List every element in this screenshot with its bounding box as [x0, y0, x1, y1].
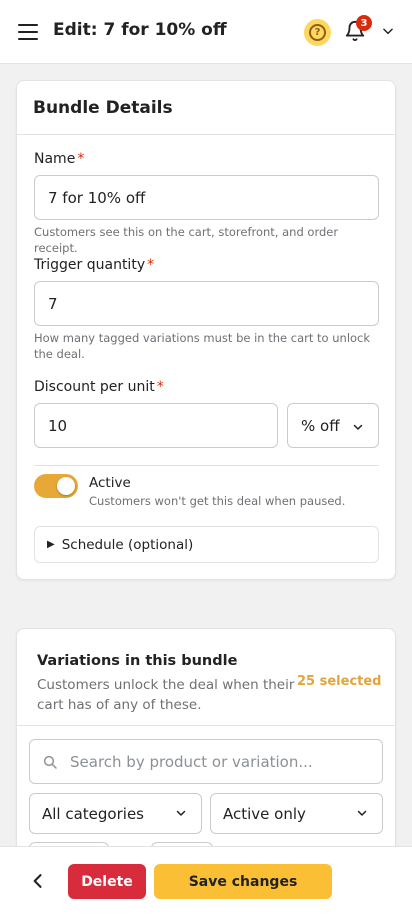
chevron-left-icon[interactable]	[28, 871, 48, 891]
chevron-down-icon[interactable]	[381, 24, 395, 38]
status-filter-value: Active only	[223, 804, 306, 823]
discount-label-text: Discount per unit	[34, 379, 155, 395]
selected-count: 25 selected	[297, 674, 382, 689]
name-label: Name *	[34, 151, 84, 167]
delete-button[interactable]: Delete	[68, 864, 146, 899]
save-changes-button[interactable]: Save changes	[154, 864, 332, 899]
variation-search-input[interactable]: Search by product or variation...	[29, 739, 383, 784]
name-label-text: Name	[34, 151, 76, 167]
trigger-quantity-help: How many tagged variations must be in th…	[34, 331, 371, 361]
top-bar: Edit: 7 for 10% off ? 3	[0, 0, 412, 64]
toggle-knob	[57, 477, 75, 495]
active-label: Active	[89, 475, 131, 491]
required-marker: *	[77, 151, 85, 167]
divider	[34, 465, 379, 466]
bundle-details-card: Bundle Details Name * 7 for 10% off Custo…	[16, 80, 396, 580]
trigger-quantity-label-text: Trigger quantity	[34, 257, 146, 273]
notification-badge: 3	[356, 15, 372, 31]
category-filter-select[interactable]: All categories	[29, 793, 202, 834]
discount-type-select[interactable]: % off	[287, 403, 379, 448]
disclosure-triangle-icon: ▶	[47, 539, 55, 550]
search-placeholder: Search by product or variation...	[70, 752, 313, 771]
category-filter-value: All categories	[42, 804, 144, 823]
variations-subtitle: Customers unlock the deal when their car…	[37, 677, 295, 713]
card-title: Bundle Details	[33, 98, 173, 118]
divider	[17, 725, 395, 726]
discount-type-value: % off	[301, 416, 340, 435]
discount-input[interactable]: 10	[34, 403, 278, 448]
menu-icon[interactable]	[18, 24, 38, 40]
trigger-quantity-input[interactable]: 7	[34, 281, 379, 326]
required-marker: *	[156, 379, 164, 395]
chevron-down-icon	[176, 810, 186, 816]
active-help: Customers won't get this deal when pause…	[89, 494, 346, 508]
notifications-button[interactable]: 3	[344, 15, 372, 44]
chevron-down-icon	[357, 810, 367, 816]
name-help: Customers see this on the cart, storefro…	[34, 225, 339, 255]
required-marker: *	[147, 257, 155, 273]
bottom-action-bar: Delete Save changes	[0, 846, 412, 915]
name-input[interactable]: 7 for 10% off	[34, 175, 379, 220]
variations-title: Variations in this bundle	[37, 653, 238, 669]
status-filter-select[interactable]: Active only	[210, 793, 383, 834]
active-toggle[interactable]	[34, 474, 78, 498]
schedule-disclosure[interactable]: ▶ Schedule (optional)	[34, 526, 379, 563]
trigger-quantity-label: Trigger quantity *	[34, 257, 154, 273]
discount-label: Discount per unit *	[34, 379, 164, 395]
card-header: Bundle Details	[17, 81, 395, 135]
chevron-down-icon	[353, 424, 363, 430]
page-title: Edit: 7 for 10% off	[53, 20, 227, 40]
schedule-label: Schedule (optional)	[61, 536, 194, 553]
help-icon[interactable]: ?	[304, 19, 331, 46]
search-icon	[43, 755, 57, 769]
